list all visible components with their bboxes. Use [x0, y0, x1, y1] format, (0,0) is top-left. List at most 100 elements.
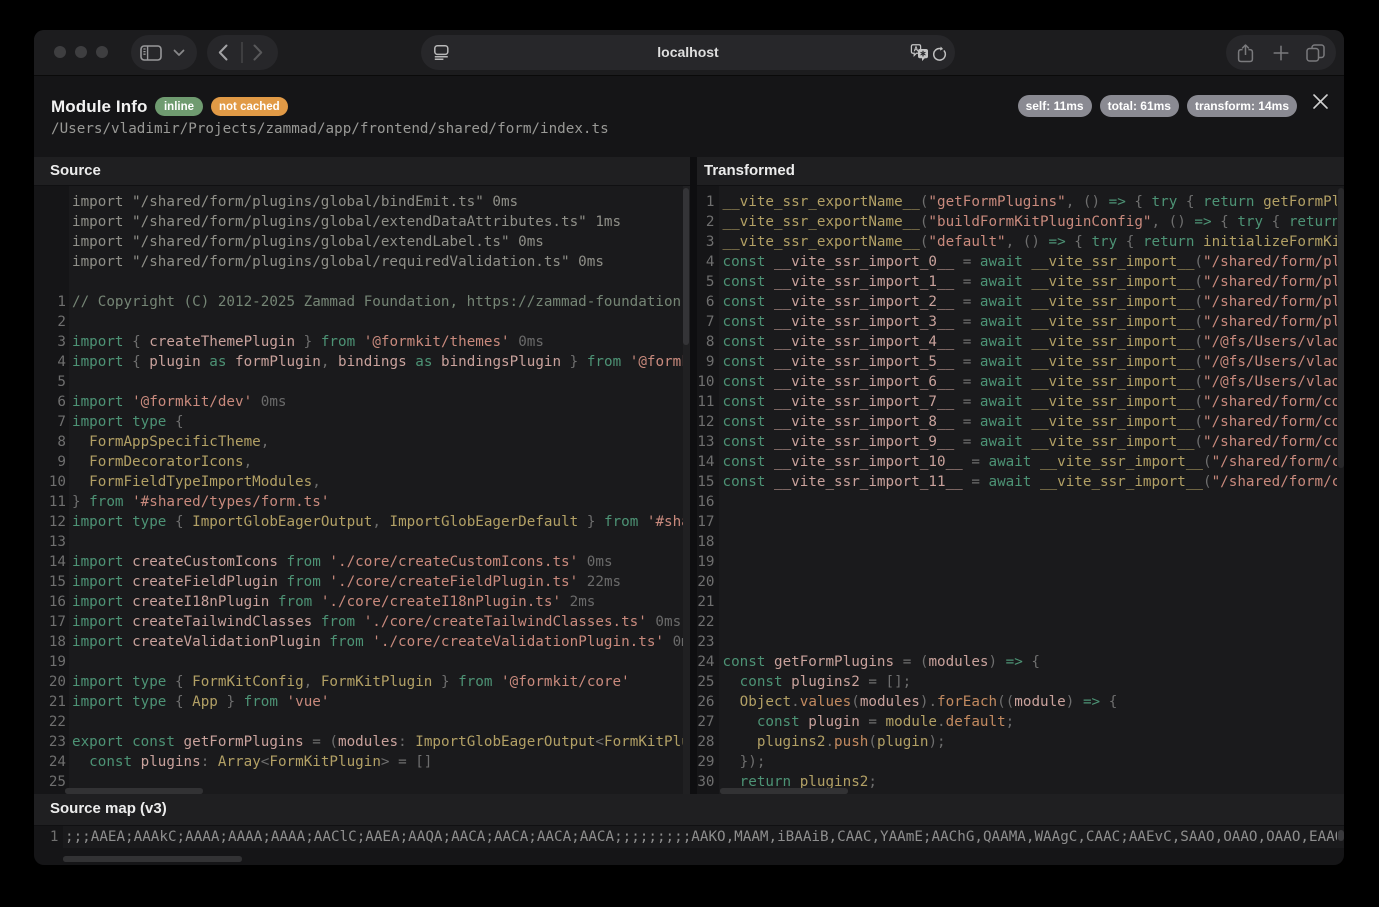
line-number: 9 — [34, 452, 66, 472]
line-text: __vite_ssr_exportName__("getFormPlugins"… — [723, 192, 1338, 212]
transformed-vertical-scrollbar-thumb[interactable] — [1338, 188, 1344, 468]
line-text: import { plugin as formPlugin, bindings … — [72, 352, 683, 372]
chevron-down-icon[interactable] — [173, 49, 185, 57]
line-number: 3 — [697, 232, 715, 252]
source-horizontal-scrollbar-thumb[interactable] — [65, 788, 203, 794]
source-vertical-scrollbar-thumb[interactable] — [683, 188, 689, 345]
address-bar[interactable]: localhost — [421, 35, 955, 70]
close-window-button[interactable] — [54, 46, 66, 58]
code-line: 13const __vite_ssr_import_9__ = await __… — [697, 432, 1337, 452]
line-number: 5 — [34, 372, 66, 392]
code-line: 24 const getFormPlugins = (modules) => { — [697, 652, 1337, 672]
browser-window: localhost — [34, 30, 1344, 865]
not-cached-badge: not cached — [211, 97, 289, 116]
line-number: 7 — [697, 312, 715, 332]
code-line: 1// Copyright (C) 2012-2025 Zammad Found… — [34, 292, 683, 312]
code-line: 7 const __vite_ssr_import_3__ = await __v… — [697, 312, 1337, 332]
code-line: 13 — [34, 532, 683, 552]
close-icon[interactable] — [1312, 93, 1329, 110]
code-line: 18 — [697, 532, 1337, 552]
line-text: const __vite_ssr_import_3__ = await __vi… — [723, 312, 1338, 332]
code-line: 21 — [697, 592, 1337, 612]
reload-icon[interactable] — [933, 44, 950, 61]
sourcemap-header: Source map (v3) — [34, 794, 1344, 826]
zoom-window-button[interactable] — [96, 46, 108, 58]
translate-icon[interactable] — [910, 44, 929, 62]
code-line: 22 — [697, 612, 1337, 632]
code-line: 4const __vite_ssr_import_0__ = await __v… — [697, 252, 1337, 272]
line-text: FormFieldTypeImportModules, — [72, 472, 321, 492]
line-text: const getFormPlugins = (modules) => { — [723, 652, 1041, 672]
line-text: import type { — [72, 412, 184, 432]
line-number: 13 — [697, 432, 715, 452]
code-line: 20import type { FormKitConfig, FormKitPl… — [34, 672, 683, 692]
sidebar-button-group[interactable] — [131, 35, 197, 70]
chevron-forward-icon[interactable] — [253, 44, 263, 61]
line-text: import "/shared/form/plugins/global/requ… — [72, 252, 604, 272]
code-line: 28 plugins2.push(plugin); — [697, 732, 1337, 752]
line-text: import "/shared/form/plugins/global/exte… — [72, 232, 544, 252]
line-number: 5 — [697, 272, 715, 292]
line-number: 24 — [34, 752, 66, 772]
line-text: const __vite_ssr_import_4__ = await __vi… — [723, 332, 1338, 352]
plus-icon[interactable] — [1273, 45, 1289, 61]
sourcemap-vertical-scrollbar-thumb[interactable] — [1338, 830, 1344, 841]
code-line: 29 }); — [697, 752, 1337, 772]
line-text: export const getFormPlugins = (modules: … — [72, 732, 683, 752]
code-line: 11} from '#shared/types/form.ts' — [34, 492, 683, 512]
transformed-code-pane[interactable]: 1__vite_ssr_exportName__("getFormPlugins… — [697, 186, 1344, 794]
code-line — [34, 272, 683, 292]
line-number: 2 — [34, 312, 66, 332]
line-text: import { createThemePlugin } from '@form… — [72, 332, 544, 352]
code-line: 6import '@formkit/dev' 0ms — [34, 392, 683, 412]
module-info-header: Module Info inline not cached /Users/vla… — [34, 76, 1344, 157]
line-number: 10 — [34, 472, 66, 492]
line-number: 16 — [697, 492, 715, 512]
code-line: 5 — [34, 372, 683, 392]
transformed-horizontal-scrollbar-thumb[interactable] — [720, 788, 848, 794]
code-line: 27 const plugin = module.default; — [697, 712, 1337, 732]
code-line: 11const __vite_ssr_import_7__ = await __… — [697, 392, 1337, 412]
line-text: import "/shared/form/plugins/global/exte… — [72, 212, 621, 232]
line-text: import createFieldPlugin from './core/cr… — [72, 572, 621, 592]
line-number: 20 — [34, 672, 66, 692]
minimize-window-button[interactable] — [75, 46, 87, 58]
line-number: 2 — [697, 212, 715, 232]
sourcemap-pane[interactable]: 1 ;;;AAEA;AAAkC;AAAA;AAAA;AAAA;AAClC;AAE… — [34, 826, 1344, 865]
code-line: 16 — [697, 492, 1337, 512]
chevron-back-icon[interactable] — [218, 44, 228, 61]
code-line: 18import createValidationPlugin from './… — [34, 632, 683, 652]
tab-overview-icon[interactable] — [1306, 44, 1325, 62]
line-text: plugins2.push(plugin); — [723, 732, 946, 752]
code-line: import "/shared/form/plugins/global/exte… — [34, 212, 683, 232]
code-line: import "/shared/form/plugins/global/bind… — [34, 192, 683, 212]
code-line: 14const __vite_ssr_import_10__ = await _… — [697, 452, 1337, 472]
line-number: 6 — [697, 292, 715, 312]
code-line: 4import { plugin as formPlugin, bindings… — [34, 352, 683, 372]
url-text: localhost — [421, 35, 955, 70]
line-number: 24 — [697, 652, 715, 672]
sourcemap-title: Source map (v3) — [50, 800, 167, 817]
code-line: 3 __vite_ssr_exportName__("default", () =… — [697, 232, 1337, 252]
code-line: 10const __vite_ssr_import_6__ = await __… — [697, 372, 1337, 392]
line-text: const plugin = module.default; — [723, 712, 1015, 732]
code-line: 19 — [34, 652, 683, 672]
line-text: // Copyright (C) 2012-2025 Zammad Founda… — [72, 292, 683, 312]
line-number: 28 — [697, 732, 715, 752]
source-pane-title: Source — [50, 162, 101, 179]
share-icon[interactable] — [1237, 44, 1254, 64]
code-line: 9const __vite_ssr_import_5__ = await __v… — [697, 352, 1337, 372]
line-number: 14 — [34, 552, 66, 572]
line-text: const __vite_ssr_import_2__ = await __vi… — [723, 292, 1338, 312]
sourcemap-horizontal-scrollbar-thumb[interactable] — [63, 856, 242, 862]
total-time-badge: total: 61ms — [1100, 95, 1179, 117]
page-title: Module Info — [51, 97, 147, 117]
line-number: 7 — [34, 412, 66, 432]
browser-toolbar: localhost — [34, 30, 1344, 76]
nav-button-group — [207, 35, 279, 70]
inline-badge: inline — [155, 97, 202, 116]
code-line: 2 — [34, 312, 683, 332]
source-code-pane[interactable]: import "/shared/form/plugins/global/bind… — [34, 186, 690, 794]
line-text: __vite_ssr_exportName__("default", () =>… — [723, 232, 1338, 252]
sidebar-toggle-icon[interactable] — [140, 45, 164, 61]
